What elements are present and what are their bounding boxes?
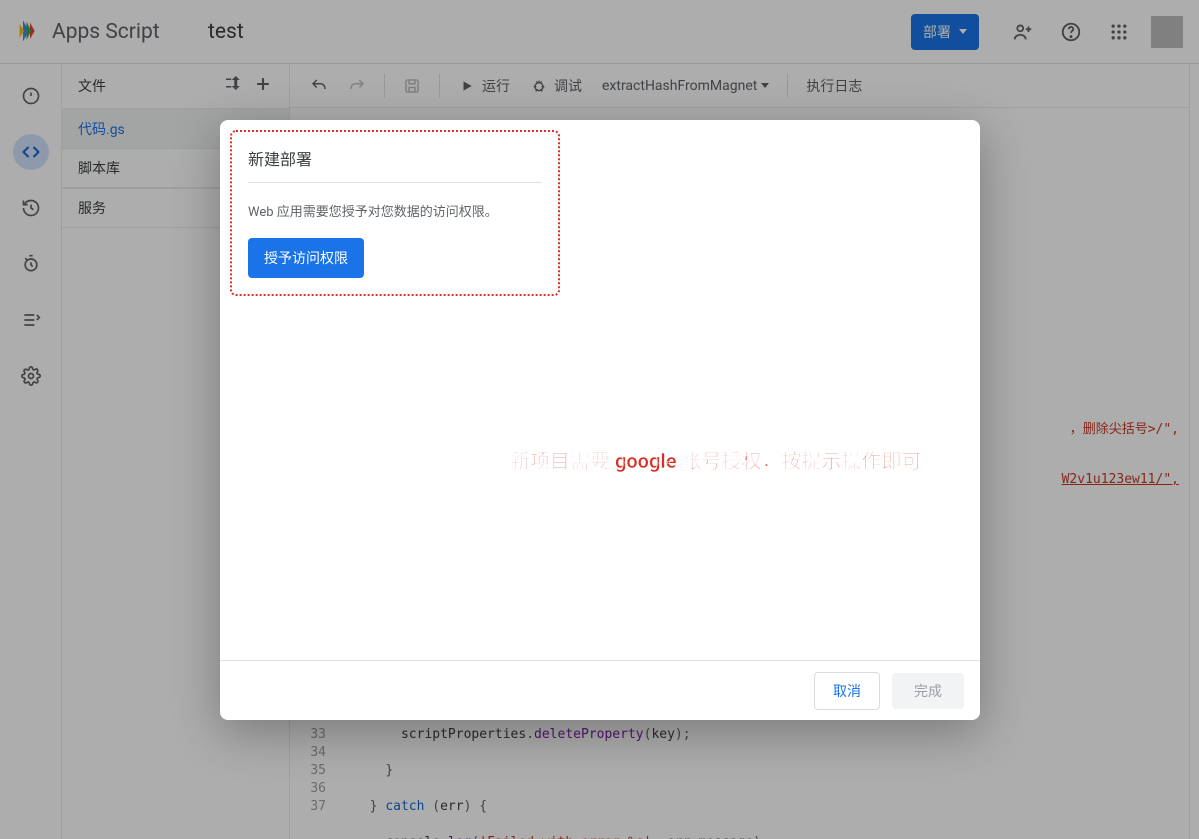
dialog-footer: 取消 完成 (220, 660, 980, 720)
dialog-message: Web 应用需要您授予对您数据的访问权限。 (248, 201, 542, 220)
done-button: 完成 (892, 673, 964, 709)
cancel-button[interactable]: 取消 (814, 672, 880, 710)
deploy-dialog: 新建部署 Web 应用需要您授予对您数据的访问权限。 授予访问权限 新项目需要 … (220, 120, 980, 720)
dialog-title: 新建部署 (248, 146, 542, 183)
auth-callout: 新建部署 Web 应用需要您授予对您数据的访问权限。 授予访问权限 (230, 130, 560, 296)
annotation-text: 新项目需要 google 账号授权，按提示操作即可 (510, 445, 921, 474)
grant-access-button[interactable]: 授予访问权限 (248, 238, 364, 278)
